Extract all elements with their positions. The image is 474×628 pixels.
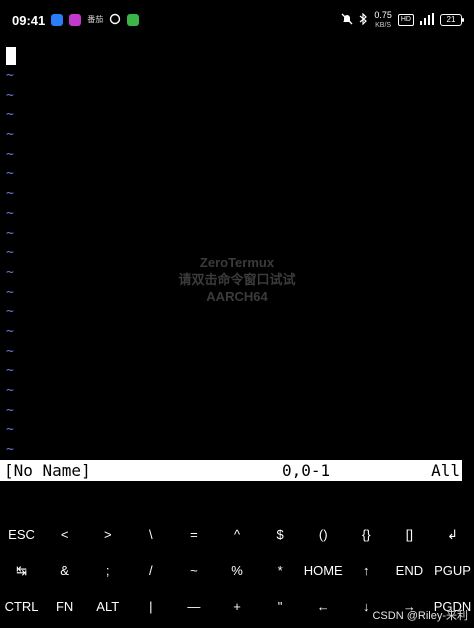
extra-key-fn[interactable]: FN — [43, 589, 86, 625]
net-speed-unit: KB/S — [375, 21, 392, 29]
net-speed-value: 0.75 — [374, 9, 392, 20]
extra-keys-row: ESC < > \ = ^ $(){}[] ↲ — [0, 517, 474, 553]
empty-line-tilde: ~ — [6, 383, 14, 398]
empty-line-tilde: ~ — [6, 363, 14, 379]
extra-key-sym1[interactable]: < — [43, 517, 86, 553]
app-notification-icon — [69, 14, 82, 26]
extra-key-sym5[interactable]: + — [215, 589, 258, 625]
extra-key-alt[interactable]: ALT — [86, 589, 129, 625]
empty-line-tilde: ~ — [6, 402, 14, 418]
extra-key-pgup[interactable]: PGUP — [431, 553, 474, 589]
text-cursor — [6, 47, 16, 65]
empty-line-tilde: ~ — [6, 304, 14, 320]
app-notification-icon — [51, 14, 64, 26]
extra-key-sym6[interactable]: " — [259, 589, 302, 625]
extra-key-home[interactable]: HOME — [302, 553, 345, 589]
app-notification-icon — [127, 14, 140, 26]
empty-line-tilde: ~ — [6, 205, 14, 221]
empty-line-tilde: ~ — [6, 442, 14, 458]
extra-key-sym5[interactable]: % — [215, 553, 258, 589]
extra-key-sym8[interactable]: {} — [345, 517, 388, 553]
termux-screen: 09:41 番茄 0.75 KB/S HD 21 ~ ~ ~ ~ ~ ~ ~ ~… — [0, 0, 474, 628]
empty-line-tilde: ~ — [6, 323, 14, 339]
extra-keys-row: ↹ &; / ~% * HOME ↑ END PGUP — [0, 553, 474, 589]
empty-line-tilde: ~ — [6, 186, 14, 202]
watermark-credit: CSDN @Riley-来利 — [372, 610, 468, 622]
extra-key-sym5[interactable]: ^ — [215, 517, 258, 553]
extra-key-sym7[interactable]: () — [302, 517, 345, 553]
extra-key-sym4[interactable]: = — [172, 517, 215, 553]
cursor-position: 0,0-1 — [282, 461, 331, 480]
extra-key-sym8[interactable]: ↑ — [345, 553, 388, 589]
extra-key-sym0[interactable]: ↹ — [0, 553, 43, 589]
app-watermark: ZeroTermux 请双击命令窗口试试 AARCH64 — [0, 254, 474, 305]
hd-badge: HD — [397, 14, 414, 26]
empty-line-tilde: ~ — [6, 68, 14, 83]
scroll-indicator: All — [431, 461, 460, 480]
extra-key-sym3[interactable]: / — [129, 553, 172, 589]
vim-editor[interactable]: ~ ~ ~ ~ ~ ~ ~ ~ ~ ~ ~ ~ ~ ~ ~ ~ ~ ~ ~ ~ — [0, 44, 474, 458]
empty-line-tilde: ~ — [6, 107, 14, 123]
extra-key-sym2[interactable]: > — [86, 517, 129, 553]
bluetooth-icon — [359, 12, 368, 28]
signal-icon — [420, 12, 434, 28]
mute-icon — [341, 13, 353, 28]
empty-line-tilde: ~ — [6, 87, 14, 103]
extra-key-sym6[interactable]: * — [259, 553, 302, 589]
empty-line-tilde: ~ — [6, 146, 14, 162]
status-right: 0.75 KB/S HD 21 — [341, 9, 464, 30]
battery-level: 21 — [446, 15, 456, 24]
extra-key-sym9[interactable]: [] — [388, 517, 431, 553]
extra-key-sym3[interactable]: | — [129, 589, 172, 625]
extra-key-sym4[interactable]: — — [172, 589, 215, 625]
chat-bubble-icon — [109, 13, 121, 28]
empty-line-tilde: ~ — [6, 343, 14, 359]
buffer-name: [No Name] — [4, 461, 91, 480]
extra-key-end[interactable]: END — [388, 553, 431, 589]
extra-key-ctrl[interactable]: CTRL — [0, 589, 43, 625]
empty-line-tilde: ~ — [6, 166, 14, 182]
extra-key-sym4[interactable]: ~ — [172, 553, 215, 589]
extra-key-sym1[interactable]: & — [43, 553, 86, 589]
network-speed: 0.75 KB/S — [374, 9, 392, 30]
notification-text: 番茄 — [87, 15, 104, 24]
watermark-title: ZeroTermux — [199, 255, 275, 270]
extra-key-sym6[interactable]: $ — [259, 517, 302, 553]
extra-key-sym10[interactable]: ↲ — [431, 517, 474, 553]
status-bar: 09:41 番茄 0.75 KB/S HD 21 — [0, 0, 474, 40]
extra-key-sym2[interactable]: ; — [86, 553, 129, 589]
extra-key-sym7[interactable]: ← — [302, 589, 345, 625]
clock: 09:41 — [12, 12, 46, 28]
watermark-arch: AARCH64 — [206, 289, 268, 304]
extra-key-sym3[interactable]: \ — [129, 517, 172, 553]
vim-status-line: [No Name] 0,0-1 All — [0, 460, 462, 481]
extra-key-esc[interactable]: ESC — [0, 517, 43, 553]
empty-line-tilde: ~ — [6, 225, 14, 241]
status-left: 09:41 番茄 — [12, 12, 140, 28]
watermark-hint: 请双击命令窗口试试 — [178, 272, 296, 287]
empty-line-tilde: ~ — [6, 422, 14, 438]
empty-line-tilde: ~ — [6, 127, 14, 143]
battery-icon: 21 — [440, 14, 464, 26]
